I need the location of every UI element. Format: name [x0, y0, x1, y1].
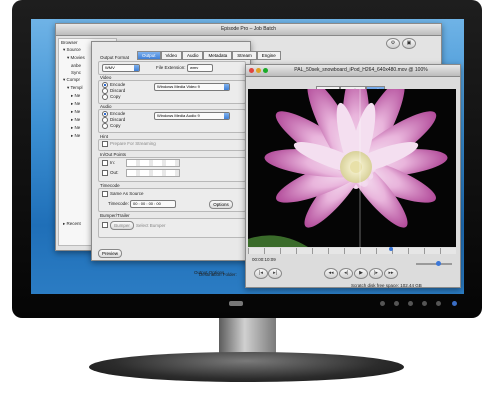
step-forward-button[interactable]: |▸ — [369, 268, 383, 279]
rewind-button[interactable]: ◂◂ — [324, 268, 338, 279]
bumper-checkbox[interactable] — [102, 222, 110, 228]
monitor-button[interactable] — [436, 301, 441, 306]
select-bumper-label: Select Bumper — [136, 223, 166, 228]
format-select[interactable]: WMV — [102, 64, 140, 72]
out-timecode-fields[interactable] — [126, 169, 180, 177]
monitor-button[interactable] — [422, 301, 427, 306]
video-codec-select[interactable]: Windows Media Video 9 — [154, 83, 230, 91]
gear-button[interactable]: ⚙ — [386, 38, 400, 49]
audio-codec-select[interactable]: Windows Media Audio 9 — [154, 112, 230, 120]
preview-titlebar: PAL_50sek_snowboard_iPod_H264_640x480.mo… — [246, 65, 460, 77]
in-point-checkbox[interactable]: In: — [102, 160, 115, 166]
job-batch-title: Episode Pro – Job Batch — [56, 24, 441, 36]
monitor-logo — [229, 301, 243, 306]
tab-metadata[interactable]: Metadata — [203, 51, 233, 60]
bumper-button[interactable]: Bumper — [110, 221, 134, 230]
minimize-button[interactable] — [256, 68, 261, 73]
monitor-button[interactable] — [408, 301, 413, 306]
file-extension-label: File Extension: — [156, 65, 186, 70]
tab-engine[interactable]: Engine — [256, 51, 281, 60]
monitor-button[interactable] — [394, 301, 399, 306]
out-point-checkbox[interactable]: Out: — [102, 170, 119, 176]
lock-button[interactable]: ▣ — [402, 38, 416, 49]
zoom-slider[interactable] — [416, 263, 452, 265]
destination-label: Destination Folder: — [199, 272, 237, 277]
fast-forward-button[interactable]: ▸▸ — [384, 268, 398, 279]
tab-output[interactable]: Output — [137, 51, 161, 60]
tab-audio[interactable]: Audio — [181, 51, 204, 60]
audio-copy-radio[interactable]: Copy — [102, 123, 121, 129]
scratch-disk-status: Scratch disk free space: 102.44 GB — [351, 283, 422, 288]
monitor-button[interactable] — [380, 301, 385, 306]
video-copy-radio[interactable]: Copy — [102, 94, 121, 100]
preview-window: PAL_50sek_snowboard_iPod_H264_640x480.mo… — [245, 64, 461, 288]
timeline-ruler[interactable] — [248, 248, 456, 254]
zoom-slider-thumb[interactable] — [436, 261, 441, 266]
file-extension-input[interactable]: wmv — [187, 64, 213, 72]
step-back-button[interactable]: ◂| — [339, 268, 353, 279]
playhead[interactable] — [389, 247, 393, 251]
preview-title: PAL_50sek_snowboard_iPod_H264_640x480.mo… — [294, 67, 428, 73]
settings-window: Output Video Audio Metadata Stream Engine Out… — [91, 41, 281, 261]
mark-out-button[interactable]: ▸| — [268, 268, 282, 279]
preview-button[interactable]: Preview — [98, 249, 122, 258]
tab-stream[interactable]: Stream — [232, 51, 257, 60]
flower-image — [248, 89, 448, 247]
close-button[interactable] — [249, 68, 254, 73]
play-button[interactable]: ▶ — [354, 268, 368, 279]
monitor-stand-base — [89, 352, 404, 382]
same-as-source-checkbox[interactable]: Same As Source — [102, 191, 144, 197]
timecode-field-label: Timecode: — [108, 201, 129, 206]
tab-video[interactable]: Video — [160, 51, 182, 60]
power-button[interactable] — [452, 301, 457, 306]
settings-tabbar: Output Video Audio Metadata Stream Engine — [137, 44, 281, 62]
prepare-streaming-checkbox[interactable]: Prepare For Streaming — [102, 141, 156, 147]
timecode-display: 00:00:10:09 — [252, 257, 276, 262]
timecode-input[interactable]: 00 : 00 : 00 : 00 — [130, 200, 176, 208]
video-frame[interactable] — [248, 89, 456, 247]
output-format-label: Output Format — [100, 55, 130, 60]
desktop-screen: Episode Pro – Job Batch Browser ▾ Source… — [31, 19, 464, 294]
mark-in-button[interactable]: |◂ — [254, 268, 268, 279]
zoom-button[interactable] — [263, 68, 268, 73]
options-button[interactable]: Options — [209, 200, 233, 209]
in-timecode-fields[interactable] — [126, 159, 180, 167]
